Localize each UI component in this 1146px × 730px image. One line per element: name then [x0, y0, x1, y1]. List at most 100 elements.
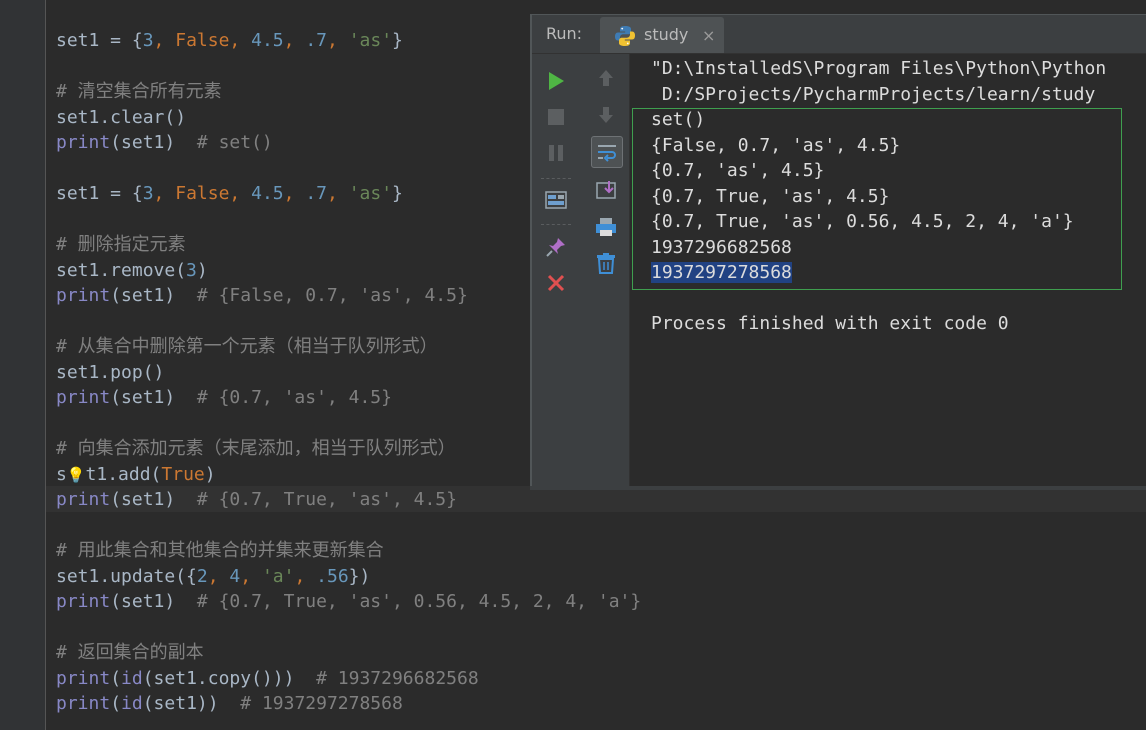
code-token: # set()	[196, 132, 273, 153]
code-token: print	[56, 132, 111, 153]
console-output-line: {0.7, True, 'as', 0.56, 4.5, 2, 4, 'a'}	[651, 211, 1074, 232]
code-token: # 返回集合的副本	[56, 642, 204, 663]
code-token: t1.add(	[85, 463, 162, 485]
code-line: print(set1) # {0.7, True, 'as', 4.5}	[56, 487, 641, 513]
up-arrow-icon	[599, 70, 613, 86]
python-icon	[615, 26, 635, 46]
print-button[interactable]	[591, 212, 621, 242]
code-line: print(id(set1.copy())) # 1937296682568	[56, 666, 641, 692]
code-token: ,	[153, 183, 176, 204]
code-token: .56	[316, 565, 349, 587]
close-icon	[547, 274, 565, 292]
code-token: 3	[142, 183, 154, 204]
code-token: (	[110, 693, 122, 714]
code-token: 'a'	[261, 565, 295, 587]
code-token: (set1)	[110, 591, 197, 612]
code-token: ,	[327, 183, 349, 204]
stop-icon	[548, 109, 564, 125]
code-token: 2	[196, 565, 208, 587]
dump-threads-icon	[545, 191, 567, 209]
scroll-to-end-icon	[596, 181, 616, 199]
stop-button[interactable]	[541, 102, 571, 132]
code-token: 'as'	[348, 183, 393, 204]
code-line: print(set1) # {0.7, True, 'as', 0.56, 4.…	[56, 589, 641, 615]
code-line: # 用此集合和其他集合的并集来更新集合	[56, 538, 641, 564]
pause-icon	[549, 145, 563, 161]
run-header: Run: study ×	[532, 15, 1146, 54]
console-output-selected[interactable]: 1937297278568	[651, 260, 792, 286]
code-token: set1 = {	[56, 183, 143, 204]
code-token: # 删除指定元素	[56, 234, 186, 255]
close-run-button[interactable]	[541, 268, 571, 298]
code-token: print	[56, 489, 111, 510]
code-token: # {0.7, 'as', 4.5}	[196, 387, 392, 408]
console-output-line: {0.7, 'as', 4.5}	[651, 160, 825, 181]
code-token: print	[56, 285, 111, 306]
console-command-line-1: "D:\InstalledS\Program Files\Python\Pyth…	[651, 58, 1107, 79]
pause-button[interactable]	[541, 138, 571, 168]
down-arrow-icon	[599, 107, 613, 123]
tab-study[interactable]: study ×	[600, 17, 724, 53]
down-stack-button[interactable]	[591, 100, 621, 130]
code-token: # {False, 0.7, 'as', 4.5}	[196, 285, 468, 306]
code-token: (set1)	[110, 489, 197, 510]
editor-gutter	[0, 0, 45, 730]
soft-wrap-toggle[interactable]	[591, 136, 623, 168]
console-output-line: set()	[651, 109, 706, 130]
trash-icon	[597, 253, 615, 274]
code-token: # {0.7, True, 'as', 4.5}	[196, 489, 457, 510]
code-token: )	[204, 463, 216, 485]
code-token: 4	[229, 565, 241, 587]
code-token: # 1937296682568	[316, 667, 479, 689]
console-output-line: 1937296682568	[651, 236, 792, 258]
pin-tab-button[interactable]	[541, 232, 571, 262]
lightbulb-icon[interactable]: 💡	[67, 466, 86, 484]
code-token: # 向集合添加元素（末尾添加，相当于队列形式）	[56, 438, 456, 459]
rerun-button[interactable]	[541, 66, 571, 96]
code-token: s	[56, 463, 67, 485]
code-line: set1.update({2, 4, 'a', .56})	[56, 564, 641, 590]
code-token: (set1)	[110, 132, 197, 153]
print-icon	[596, 218, 616, 236]
code-token: print	[56, 591, 111, 612]
code-token: print	[56, 387, 111, 408]
tab-label: study	[644, 25, 689, 44]
toolbar-separator	[541, 178, 571, 179]
process-exit-message: Process finished with exit code 0	[651, 313, 1009, 334]
run-toolbar-right	[582, 54, 630, 487]
code-token: .7	[305, 183, 327, 204]
up-stack-button[interactable]	[591, 63, 621, 93]
code-token: (set1)	[110, 285, 197, 306]
code-token: # 1937297278568	[240, 693, 403, 714]
code-token: set1.clear()	[56, 106, 187, 128]
code-token: True	[161, 463, 205, 485]
code-token: .7	[305, 30, 327, 51]
code-token: ,	[283, 30, 306, 51]
code-token: # 清空集合所有元素	[56, 81, 222, 102]
code-token: (set1))	[142, 693, 241, 714]
code-token: set1.update({	[56, 565, 197, 587]
panel-bottom-border	[530, 486, 1146, 490]
code-line: print(id(set1)) # 1937297278568	[56, 691, 641, 717]
code-token: # 从集合中删除第一个元素（相当于队列形式）	[56, 336, 438, 357]
code-token: ,	[240, 565, 262, 587]
code-token: ,	[153, 30, 176, 51]
console-command-line-2: D:/SProjects/PycharmProjects/learn/study	[651, 83, 1096, 105]
code-token: )	[196, 259, 208, 281]
dump-threads-button[interactable]	[541, 185, 571, 215]
code-token: }	[392, 183, 403, 204]
toolbar-separator	[541, 224, 571, 225]
close-tab-icon[interactable]: ×	[702, 17, 715, 53]
run-tool-window: Run: study × "D:\InstalledS\Program File…	[530, 14, 1146, 487]
selected-text: 1937297278568	[651, 262, 792, 283]
clear-all-button[interactable]	[591, 248, 621, 278]
code-token: # 用此集合和其他集合的并集来更新集合	[56, 540, 384, 561]
code-token: ,	[294, 565, 317, 587]
pin-tab-icon	[546, 238, 565, 257]
console-output[interactable]: "D:\InstalledS\Program Files\Python\Pyth…	[632, 54, 1146, 487]
code-token: False	[175, 183, 230, 204]
run-icon	[549, 72, 564, 90]
scroll-to-end-button[interactable]	[591, 175, 621, 205]
